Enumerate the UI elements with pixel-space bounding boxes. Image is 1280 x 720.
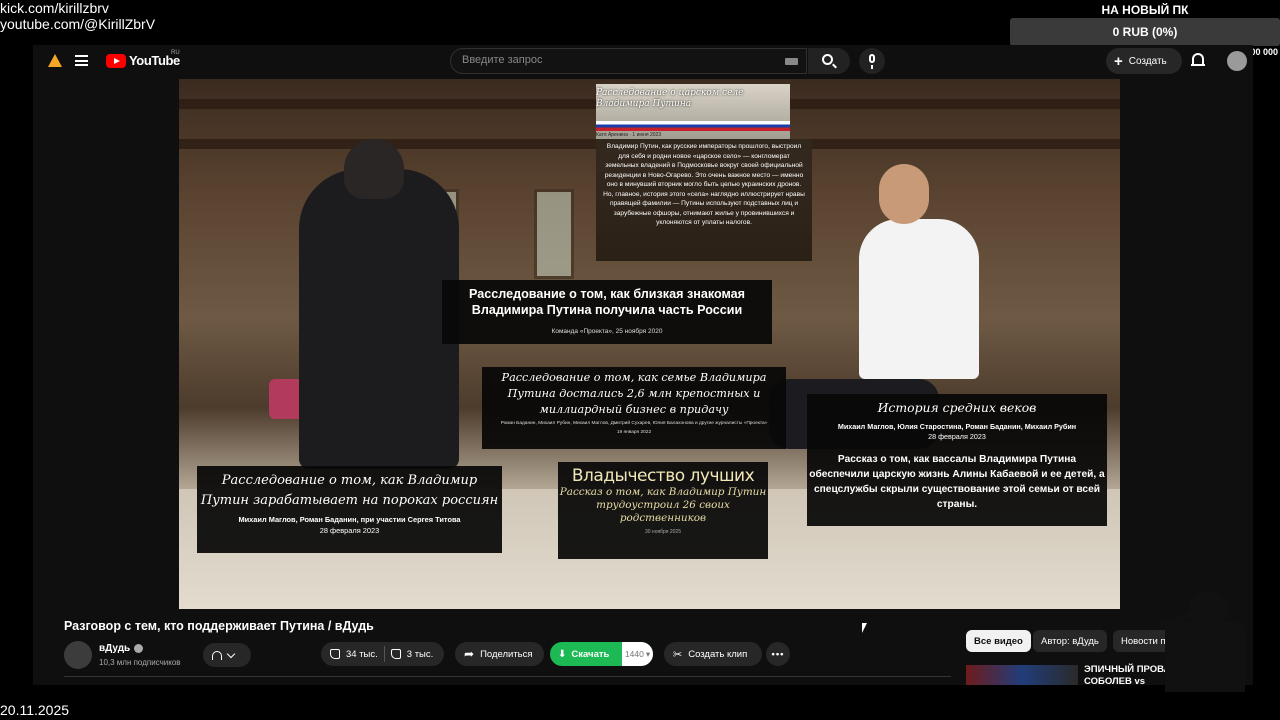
- caret-down-icon: ▾: [645, 648, 651, 659]
- warning-icon[interactable]: [48, 54, 62, 67]
- scene-person-right-head: [879, 164, 929, 224]
- share-label: Поделиться: [480, 648, 533, 660]
- card-vices-date: 28 февраля 2023: [319, 526, 380, 535]
- search-input[interactable]: [462, 54, 762, 66]
- scissors-icon: ✂: [673, 648, 683, 661]
- card-middle-ages: История средних веков Михаил Маглов, Юли…: [807, 394, 1107, 526]
- card-middle-ages-title: История средних веков: [877, 400, 1037, 415]
- share-button[interactable]: ➦ Поделиться: [455, 642, 544, 666]
- search-box[interactable]: [450, 48, 807, 74]
- card-best-rule-heading: Владычество лучших: [571, 466, 755, 486]
- scene-window: [534, 189, 574, 279]
- stream-date: 20.11.2025: [0, 702, 70, 718]
- stream-links: kick.com/kirillzbrv youtube.com/@KirillZ…: [0, 0, 155, 32]
- donation-goal: НА НОВЫЙ ПК 0 RUB (0%) 0 100 000: [1010, 0, 1280, 57]
- more-icon: •••: [771, 648, 785, 660]
- divider: [383, 646, 385, 662]
- card-main-title: Расследование о том, как близкая знакома…: [468, 287, 745, 317]
- card-main: Расследование о том, как близкая знакома…: [442, 280, 772, 344]
- dislike-count[interactable]: 3 тыс.: [407, 649, 434, 660]
- youtube-link: youtube.com/@KirillZbrV: [0, 16, 156, 32]
- top-bar: YouTube RU + Создать: [33, 45, 1253, 77]
- card-vices: Расследование о том, как Владимир Путин …: [197, 466, 502, 553]
- youtube-logo-icon[interactable]: [106, 54, 126, 68]
- card-family-authors: Роман Баданин, Михаил Рубин, Михаил Магл…: [500, 421, 768, 426]
- like-dislike-group: 34 тыс. 3 тыс.: [321, 642, 444, 666]
- youtube-window: YouTube RU + Создать Расследование о цар…: [33, 45, 1253, 685]
- pointer-figure-body: [1165, 622, 1245, 692]
- account-avatar[interactable]: [1227, 51, 1247, 71]
- card-vices-authors: Михаил Маглов, Роман Баданин, при участи…: [238, 515, 461, 524]
- plus-icon: +: [1114, 52, 1123, 70]
- kick-link: kick.com/kirillzbrv: [0, 0, 109, 16]
- card-vices-title: Расследование о том, как Владимир Путин …: [200, 473, 499, 508]
- verified-icon: [134, 644, 144, 653]
- divider: [64, 676, 951, 677]
- mouse-cursor-icon: [862, 623, 867, 633]
- thumbs-down-icon[interactable]: [390, 649, 401, 659]
- card-middle-ages-authors: Михаил Маглов, Юлия Старостина, Роман Ба…: [837, 422, 1077, 431]
- video-player[interactable]: Расследование о царском селе Владимира П…: [179, 79, 1120, 609]
- goal-progress-text: 0 RUB (0%): [1112, 25, 1178, 39]
- goal-title: НА НОВЫЙ ПК: [1101, 3, 1189, 17]
- notifications-toggle[interactable]: [203, 643, 251, 667]
- like-count[interactable]: 34 тыс.: [346, 649, 378, 660]
- card-tsarskoe-selo-header: Расследование о царском селе Владимира П…: [596, 84, 790, 139]
- clip-label: Создать клип: [688, 648, 748, 660]
- card-main-author: Команда «Проекта», 25 ноября 2020: [551, 328, 663, 335]
- create-clip-button[interactable]: ✂ Создать клип: [664, 642, 762, 666]
- search-icon: [822, 54, 833, 65]
- microphone-icon: [869, 54, 875, 69]
- region-code: RU: [171, 50, 180, 56]
- card-family-title: Расследование о том, как семье Владимира…: [501, 371, 767, 416]
- create-label: Создать: [1128, 55, 1167, 67]
- download-button[interactable]: ⬇ Скачать 1440 ▾: [550, 642, 653, 666]
- card-best-rule-date: 30 ноября 2025: [644, 529, 681, 535]
- subscriber-count: 10,3 млн подписчиков: [99, 658, 181, 667]
- card-tsarskoe-selo-date: 1 июня 2023: [632, 132, 662, 138]
- chip-all-videos[interactable]: Все видео: [966, 630, 1031, 652]
- channel-name[interactable]: вДудь: [99, 643, 144, 654]
- notifications-bell-icon[interactable]: [1191, 53, 1205, 66]
- card-best-rule-title: Рассказ о том, как Владимир Путин трудоу…: [559, 486, 767, 524]
- quality-select[interactable]: 1440 ▾: [622, 642, 653, 666]
- scene-person-left-head: [344, 139, 404, 199]
- download-label: Скачать: [571, 648, 610, 660]
- card-tsarskoe-selo-title: Расследование о царском селе Владимира П…: [596, 88, 744, 109]
- thumbs-up-icon[interactable]: [330, 649, 340, 659]
- goal-progress-bar: 0 RUB (0%): [1010, 18, 1280, 46]
- search-button[interactable]: [808, 48, 850, 74]
- download-icon: ⬇: [558, 648, 567, 660]
- chip-author[interactable]: Автор: вДудь: [1033, 630, 1107, 652]
- bell-icon: [212, 650, 222, 660]
- card-middle-ages-date: 28 февраля 2023: [928, 432, 986, 441]
- card-tsarskoe-selo-author: Катя Аренина: [596, 132, 628, 138]
- card-best-rule: Владычество лучших Рассказ о том, как Вл…: [558, 462, 768, 559]
- card-family-date: 19 января 2022: [616, 430, 652, 435]
- more-actions-button[interactable]: •••: [766, 642, 790, 666]
- chevron-down-icon: [226, 649, 236, 658]
- video-title: Разговор с тем, кто поддерживает Путина …: [64, 619, 374, 633]
- keyboard-icon[interactable]: [785, 58, 798, 65]
- channel-avatar[interactable]: [64, 641, 92, 669]
- card-tsarskoe-selo-body: Владимир Путин, как русские императоры п…: [596, 139, 812, 261]
- card-family: Расследование о том, как семье Владимира…: [482, 367, 786, 449]
- russian-flag: [596, 121, 790, 131]
- quality-value: 1440: [624, 649, 644, 659]
- create-button[interactable]: + Создать: [1106, 48, 1182, 74]
- channel-name-text[interactable]: вДудь: [99, 643, 130, 654]
- hamburger-menu-icon[interactable]: [75, 55, 88, 66]
- scene-person-right: [859, 219, 979, 379]
- share-icon: ➦: [464, 647, 475, 661]
- scene-person-left: [299, 169, 459, 469]
- voice-search-button[interactable]: [859, 48, 885, 74]
- recommended-thumbnail[interactable]: [966, 665, 1078, 685]
- card-middle-ages-body: Рассказ о том, как вассалы Владимира Пут…: [809, 454, 1105, 510]
